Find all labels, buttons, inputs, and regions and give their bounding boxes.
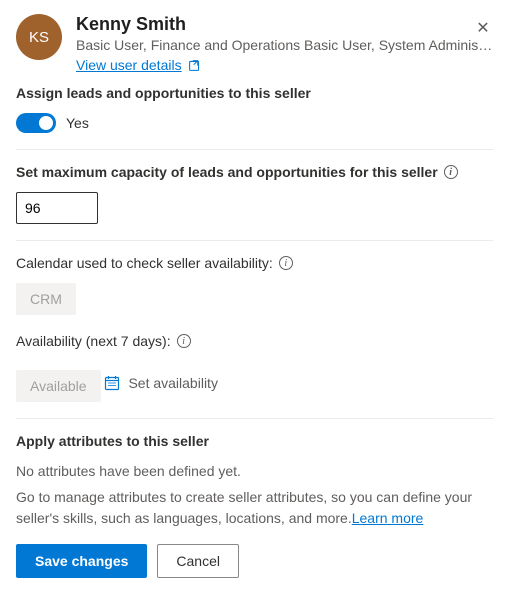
assign-toggle-row: Yes bbox=[16, 113, 493, 133]
attributes-empty-text: No attributes have been defined yet. bbox=[16, 461, 493, 481]
close-button[interactable]: ✕ bbox=[473, 18, 493, 38]
set-availability-text: Set availability bbox=[128, 375, 218, 391]
view-user-details-link[interactable]: View user details bbox=[76, 57, 201, 73]
save-button[interactable]: Save changes bbox=[16, 544, 147, 578]
divider bbox=[16, 149, 493, 150]
avatar-initials: KS bbox=[29, 29, 49, 46]
calendar-section: Calendar used to check seller availabili… bbox=[16, 255, 493, 315]
header-info: Kenny Smith Basic User, Finance and Oper… bbox=[76, 14, 493, 73]
attributes-help-text: Go to manage attributes to create seller… bbox=[16, 487, 493, 528]
header: KS Kenny Smith Basic User, Finance and O… bbox=[16, 14, 493, 73]
availability-value: Available bbox=[16, 370, 101, 402]
learn-more-link[interactable]: Learn more bbox=[352, 510, 424, 526]
info-icon[interactable]: i bbox=[444, 165, 458, 179]
calendar-icon bbox=[104, 375, 120, 391]
assign-section: Assign leads and opportunities to this s… bbox=[16, 85, 493, 133]
calendar-value: CRM bbox=[16, 283, 76, 315]
set-availability-link[interactable]: Set availability bbox=[104, 375, 218, 391]
info-icon[interactable]: i bbox=[279, 256, 293, 270]
close-icon: ✕ bbox=[476, 18, 489, 38]
user-name: Kenny Smith bbox=[76, 14, 493, 35]
toggle-thumb bbox=[39, 116, 53, 130]
attributes-heading: Apply attributes to this seller bbox=[16, 433, 493, 449]
attributes-section: Apply attributes to this seller No attri… bbox=[16, 433, 493, 528]
capacity-input[interactable] bbox=[16, 192, 98, 224]
divider bbox=[16, 418, 493, 419]
assign-toggle[interactable] bbox=[16, 113, 56, 133]
user-roles: Basic User, Finance and Operations Basic… bbox=[76, 37, 493, 53]
calendar-label: Calendar used to check seller availabili… bbox=[16, 255, 273, 271]
cancel-button[interactable]: Cancel bbox=[157, 544, 239, 578]
assign-label: Assign leads and opportunities to this s… bbox=[16, 85, 493, 101]
capacity-label: Set maximum capacity of leads and opport… bbox=[16, 164, 438, 180]
avatar: KS bbox=[16, 14, 62, 60]
capacity-label-row: Set maximum capacity of leads and opport… bbox=[16, 164, 493, 180]
info-icon[interactable]: i bbox=[177, 334, 191, 348]
availability-label-row: Availability (next 7 days): i bbox=[16, 333, 493, 349]
assign-toggle-value: Yes bbox=[66, 115, 89, 131]
capacity-section: Set maximum capacity of leads and opport… bbox=[16, 164, 493, 224]
calendar-label-row: Calendar used to check seller availabili… bbox=[16, 255, 493, 271]
availability-label: Availability (next 7 days): bbox=[16, 333, 171, 349]
availability-section: Availability (next 7 days): i Available … bbox=[16, 333, 493, 402]
external-link-icon bbox=[188, 59, 201, 72]
divider bbox=[16, 240, 493, 241]
view-user-details-text: View user details bbox=[76, 57, 182, 73]
button-row: Save changes Cancel bbox=[16, 544, 493, 578]
